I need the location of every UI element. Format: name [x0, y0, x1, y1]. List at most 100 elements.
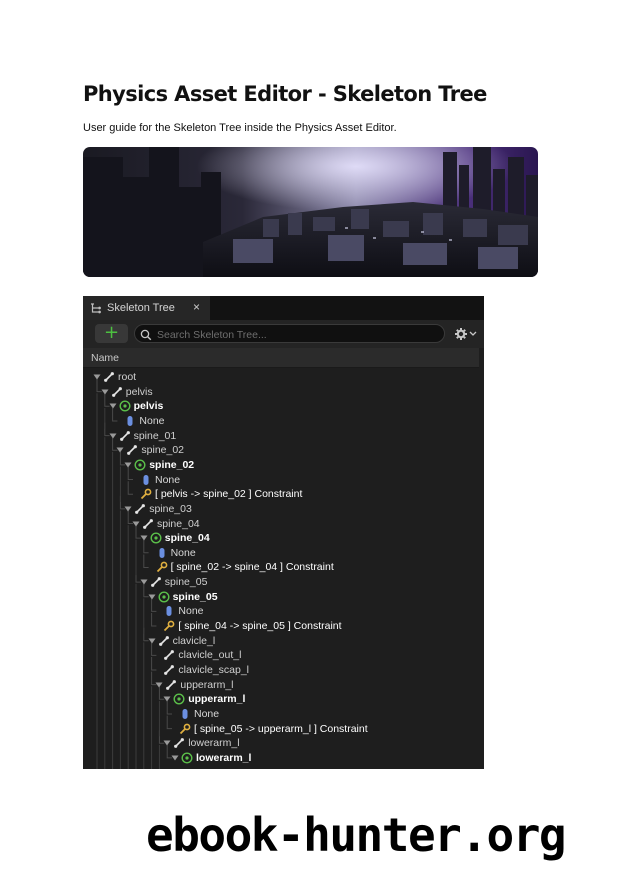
- tree-row-body[interactable]: pelvis: [109, 399, 164, 413]
- skeleton-tree-icon: [89, 301, 103, 318]
- hero-image: [83, 147, 538, 277]
- page-title: Physics Asset Editor - Skeleton Tree: [83, 82, 487, 106]
- tree-row-label: [ spine_05 -> upperarm_l ] Constraint: [194, 722, 368, 735]
- tree-row-bone[interactable]: clavicle_scap_l: [153, 663, 249, 677]
- add-button[interactable]: +: [95, 324, 128, 343]
- column-header[interactable]: Name: [83, 348, 479, 368]
- tree-row-label: pelvis: [125, 385, 153, 398]
- tree-row-shape[interactable]: None: [146, 546, 196, 560]
- tree-row-label: spine_05: [164, 576, 208, 589]
- settings-button[interactable]: [454, 325, 482, 343]
- tree-row-body[interactable]: spine_02: [124, 458, 194, 472]
- tree-row-body[interactable]: upperarm_l: [163, 692, 245, 706]
- tree-row-constraint[interactable]: [ spine_04 -> spine_05 ] Constraint: [153, 619, 342, 633]
- tree-row-bone[interactable]: lowerarm_l: [163, 736, 240, 750]
- skeleton-tree-panel: Skeleton Tree × + Search Skeleton Tree..…: [83, 296, 484, 769]
- gear-icon: [455, 328, 477, 340]
- expand-arrow-icon[interactable]: [163, 739, 173, 747]
- tree-row-bone[interactable]: root: [93, 370, 136, 384]
- bone-icon: [103, 371, 118, 383]
- bone-icon: [119, 430, 134, 442]
- chevron-down-icon: [469, 331, 477, 336]
- tree-row-body[interactable]: lowerarm_l: [171, 751, 251, 765]
- tree-row-bone[interactable]: pelvis: [101, 385, 153, 399]
- expand-arrow-icon[interactable]: [109, 402, 119, 410]
- tree-row-bone[interactable]: spine_01: [109, 429, 176, 443]
- tab-close-icon[interactable]: ×: [193, 300, 200, 314]
- capsule-shape-icon: [140, 474, 155, 486]
- expand-arrow-icon[interactable]: [93, 373, 103, 381]
- bone-icon: [163, 664, 178, 676]
- expand-arrow-icon[interactable]: [124, 505, 134, 513]
- tree-row-bone[interactable]: upperarm_l: [155, 678, 234, 692]
- expand-arrow-icon[interactable]: [148, 593, 158, 601]
- bone-icon: [163, 649, 178, 661]
- capsule-shape-icon: [124, 415, 139, 427]
- expand-arrow-icon[interactable]: [140, 578, 150, 586]
- constraint-icon: [163, 620, 178, 632]
- tree-row-label: spine_02: [141, 444, 185, 457]
- bone-icon: [165, 679, 180, 691]
- expand-arrow-icon[interactable]: [171, 754, 181, 762]
- capsule-shape-icon: [156, 547, 171, 559]
- expand-arrow-icon[interactable]: [101, 388, 111, 396]
- tree-row-bone[interactable]: clavicle_l: [148, 634, 215, 648]
- search-icon: [140, 328, 152, 346]
- bone-icon: [158, 635, 173, 647]
- city-skyline-image: [83, 147, 538, 277]
- capsule-shape-icon: [179, 708, 194, 720]
- tree-row-label: spine_05: [172, 590, 218, 603]
- physics-body-icon: [181, 752, 196, 764]
- expand-arrow-icon[interactable]: [109, 432, 119, 440]
- tree-row-bone[interactable]: spine_03: [124, 502, 192, 516]
- tree-row-bone[interactable]: spine_02: [116, 443, 184, 457]
- tree-row-label: spine_02: [149, 458, 195, 471]
- tree-row-label: root: [118, 371, 137, 383]
- tree-row-label: spine_04: [164, 532, 210, 545]
- tree-row-constraint[interactable]: [ spine_02 -> spine_04 ] Constraint: [146, 560, 334, 574]
- physics-body-icon: [158, 591, 173, 603]
- tree-row-label: None: [139, 414, 165, 427]
- tree-row-label: None: [155, 473, 181, 486]
- bone-icon: [142, 518, 157, 530]
- expand-arrow-icon[interactable]: [148, 637, 158, 645]
- tree-row-bone[interactable]: spine_04: [132, 517, 200, 531]
- expand-arrow-icon[interactable]: [140, 534, 150, 542]
- toolbar: +: [83, 320, 484, 348]
- search-input[interactable]: [155, 326, 444, 343]
- expand-arrow-icon[interactable]: [116, 446, 126, 454]
- physics-body-icon: [119, 400, 134, 412]
- tree-row-shape[interactable]: None: [114, 414, 165, 428]
- tree-row-shape[interactable]: None: [130, 473, 180, 487]
- tree-row-label: clavicle_out_l: [178, 649, 242, 662]
- page-subtitle: User guide for the Skeleton Tree inside …: [83, 122, 397, 134]
- constraint-icon: [156, 561, 171, 573]
- tree-row-label: None: [178, 605, 204, 618]
- tree-row-body[interactable]: spine_05: [148, 590, 218, 604]
- tree-row-constraint[interactable]: [ pelvis -> spine_02 ] Constraint: [130, 487, 302, 501]
- tree-row-body[interactable]: spine_04: [140, 531, 210, 545]
- expand-arrow-icon[interactable]: [163, 695, 173, 703]
- physics-body-icon: [173, 693, 188, 705]
- physics-body-icon: [150, 532, 165, 544]
- tree-row-shape[interactable]: None: [169, 707, 219, 721]
- tree-row-label: spine_04: [157, 517, 200, 530]
- constraint-icon: [179, 723, 194, 735]
- tree-row-label: [ spine_02 -> spine_04 ] Constraint: [170, 561, 334, 574]
- tree-row-constraint[interactable]: [ spine_05 -> upperarm_l ] Constraint: [169, 722, 368, 736]
- tree-row-bone[interactable]: spine_05: [140, 575, 208, 589]
- expand-arrow-icon[interactable]: [155, 681, 165, 689]
- expand-arrow-icon[interactable]: [124, 461, 134, 469]
- tree-row-label: upperarm_l: [180, 678, 234, 691]
- tree-row-label: spine_03: [149, 502, 192, 515]
- tab-skeleton-tree[interactable]: Skeleton Tree ×: [83, 296, 210, 320]
- search-box: [134, 324, 445, 343]
- bone-icon: [173, 737, 188, 749]
- tree-row-label: lowerarm_l: [188, 737, 240, 750]
- tree-row-bone[interactable]: clavicle_out_l: [153, 648, 241, 662]
- tree-row-shape[interactable]: None: [153, 604, 204, 618]
- expand-arrow-icon[interactable]: [132, 520, 142, 528]
- bone-icon: [126, 444, 141, 456]
- tree-row-label: pelvis: [133, 400, 164, 413]
- tab-bar: Skeleton Tree ×: [83, 296, 484, 320]
